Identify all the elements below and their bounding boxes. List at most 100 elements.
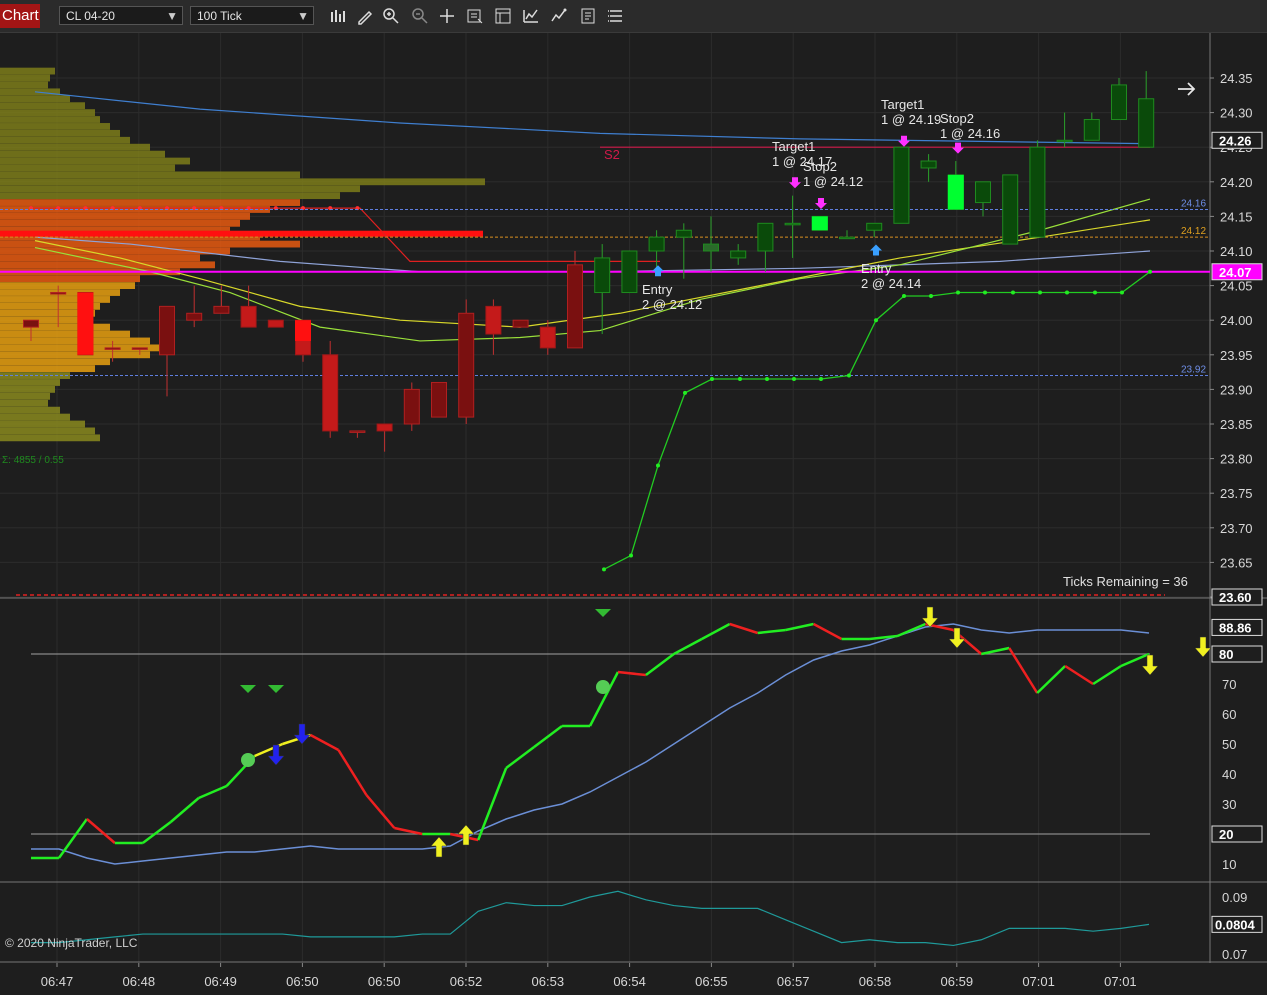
templates-icon[interactable]: [578, 6, 598, 26]
candle-body: [1002, 174, 1019, 245]
volume-profile-bar: [0, 67, 55, 75]
signal-dot: [596, 680, 610, 694]
entry-arrow-icon: [870, 244, 882, 256]
stop2-a-label-line1: Stop2: [803, 159, 837, 174]
stoch-k-segment: [981, 646, 1010, 656]
volume-profile-bar: [0, 406, 60, 414]
stoch-tick-label: 60: [1222, 707, 1236, 722]
candle-body: [1056, 139, 1073, 143]
candle-body: [703, 243, 719, 252]
properties-icon[interactable]: [465, 6, 485, 26]
stoch-tick-label: 50: [1222, 737, 1236, 752]
trail-dot: [792, 377, 796, 382]
volume-profile-bar: [0, 178, 485, 186]
candle-body: [1111, 84, 1127, 121]
zoom-in-icon[interactable]: [381, 6, 401, 26]
volume-profile-bar: [0, 164, 175, 172]
trail-dot: [1148, 269, 1152, 274]
trail-dot: [602, 567, 606, 572]
candle-body: [567, 264, 583, 349]
candle-body: [1029, 146, 1046, 238]
entry-2-label-line1: Entry: [861, 261, 892, 276]
time-tick-label: 06:55: [695, 974, 728, 989]
chart-area[interactable]: 24.1624.1223.92S2 Entry2 @ 24.12Target11…: [0, 33, 1267, 995]
stop2-b-label-line1: Stop2: [940, 111, 974, 126]
stoch-k-segment: [1064, 664, 1094, 686]
volume-profile-bar: [0, 365, 95, 373]
time-tick-label: 06:53: [532, 974, 565, 989]
volume-profile-bar: [0, 109, 95, 116]
candle-body: [1138, 98, 1155, 148]
candle-body: [349, 430, 366, 433]
volume-profile-bar: [0, 171, 300, 179]
signal-triangle-icon: [240, 685, 256, 693]
entry-arrow-icon: [652, 265, 664, 277]
candle-body: [376, 423, 393, 432]
period-selector[interactable]: 100 Tick ▼: [190, 6, 314, 25]
volume-profile-bar: [0, 386, 55, 393]
chart-toolbar: Chart CL 04-20 ▼ 100 Tick ▼: [0, 0, 1267, 33]
candle-body: [213, 305, 230, 314]
volume-profile-bar: [0, 254, 200, 262]
stoch-k-segment: [1036, 665, 1067, 694]
volume-profile-bar: [0, 358, 110, 366]
volume-profile-bar: [0, 392, 50, 400]
trail-dot: [983, 290, 987, 295]
stoch-k-segment: [505, 746, 535, 769]
volume-profile-bar: [0, 275, 140, 283]
trail-dot: [1093, 290, 1097, 295]
trail-dot: [710, 377, 714, 382]
instrument-selector[interactable]: CL 04-20 ▼: [59, 6, 183, 25]
candle-body: [104, 347, 121, 350]
stoch-tick-label: 70: [1222, 677, 1236, 692]
menu-icon[interactable]: [606, 6, 626, 26]
zoom-out-icon[interactable]: [410, 6, 430, 26]
trail-dot: [683, 390, 687, 395]
stoch-k-segment: [169, 797, 200, 823]
target1-b-label-line1: Target1: [881, 97, 924, 112]
oscillator-panel: 0.09 0.07 0.0804: [31, 890, 1263, 962]
trail-dot: [1065, 290, 1069, 295]
strategies-icon[interactable]: [549, 6, 569, 26]
price-tag-label: 23.60: [1219, 590, 1252, 605]
indicators-icon[interactable]: [521, 6, 541, 26]
candle-body: [50, 292, 67, 295]
bar-type-icon[interactable]: [328, 6, 348, 26]
trail-dot: [956, 290, 960, 295]
time-tick-label: 06:58: [859, 974, 892, 989]
stoch-k-segment: [365, 794, 396, 829]
volume-profile-bar: [0, 74, 50, 82]
candle-body: [784, 222, 801, 226]
volume-profile-bar: [0, 150, 165, 158]
chevron-down-icon: ▼: [297, 9, 309, 23]
draw-pencil-icon[interactable]: [355, 6, 375, 26]
crosshair-icon[interactable]: [437, 6, 457, 26]
stoch-tick-label: 10: [1222, 857, 1236, 872]
volume-profile-bar: [0, 323, 110, 331]
candle-body: [159, 305, 175, 356]
data-box-icon[interactable]: [493, 6, 513, 26]
candle-body: [757, 222, 774, 252]
exit-arrow-icon: [789, 177, 801, 189]
candle-body: [322, 354, 339, 432]
chart-tab[interactable]: Chart: [0, 4, 40, 28]
candle-body: [1083, 119, 1100, 141]
volume-profile-bar: [0, 157, 190, 165]
stoch-k-segment: [57, 818, 88, 859]
stoch-k-segment: [896, 622, 926, 638]
volume-profile-bar: [0, 379, 60, 386]
price-tick-label: 24.35: [1220, 71, 1253, 86]
stoch-k-segment: [142, 821, 172, 844]
candle-body: [893, 146, 910, 224]
chevron-down-icon: ▼: [166, 9, 178, 23]
price-tick-label: 23.75: [1220, 486, 1253, 501]
stoch-tick-label: 30: [1222, 797, 1236, 812]
candle-body: [594, 257, 611, 294]
volume-profile-bar: [0, 213, 250, 220]
volume-profile-bar: [0, 88, 60, 96]
candle-body: [920, 160, 937, 169]
volume-poc-bar: [0, 230, 483, 237]
trail-dot: [874, 318, 878, 323]
volume-profile-bar: [0, 427, 95, 435]
stoch-tag-label: 20: [1219, 827, 1233, 842]
